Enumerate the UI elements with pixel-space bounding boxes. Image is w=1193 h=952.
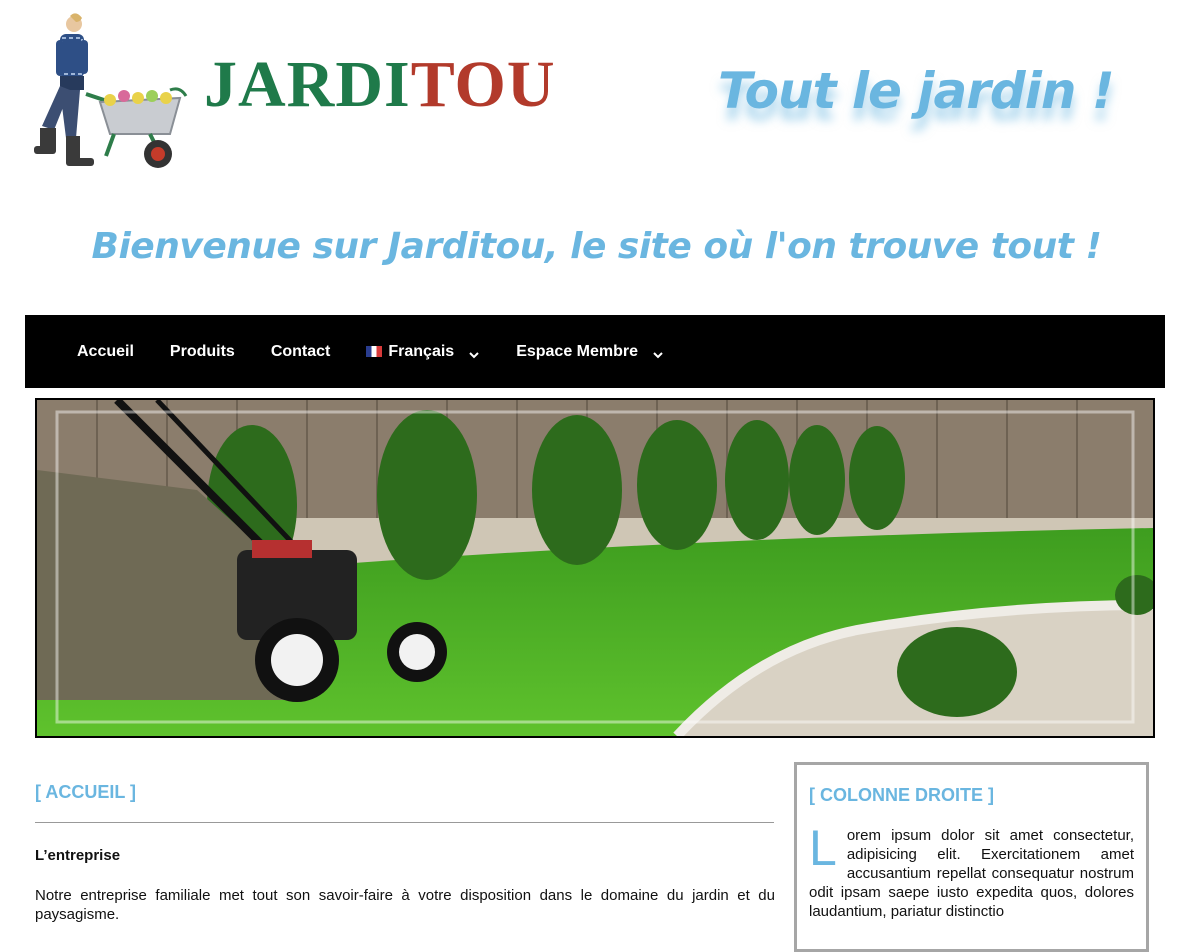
nav-item-contact[interactable]: Contact	[271, 343, 331, 361]
brand-logo[interactable]: JARDITOU	[204, 52, 556, 118]
right-column: [ COLONNE DROITE ] Lorem ipsum dolor sit…	[794, 762, 1149, 952]
brand-logo-part1: JARDI	[204, 48, 411, 121]
chevron-down-icon	[469, 351, 479, 358]
sidebar-paragraph: orem ipsum dolor sit amet consectetur, a…	[809, 827, 1134, 920]
main-navbar: Accueil Produits Contact Français Espace…	[25, 315, 1165, 388]
nav-item-label: Contact	[270, 342, 331, 360]
hero-banner-image	[35, 398, 1155, 738]
section-subheading: L’entreprise	[35, 847, 121, 864]
drop-cap-letter: L	[809, 820, 837, 876]
nav-item-espace-membre[interactable]: Espace Membre	[516, 343, 664, 361]
section-paragraph: Notre entreprise familiale met tout son …	[35, 887, 775, 923]
nav-item-language[interactable]: Français	[366, 343, 480, 361]
section-divider	[35, 822, 774, 823]
brand-logo-part2: TOU	[410, 48, 556, 121]
french-flag-icon	[366, 346, 383, 357]
nav-item-label: Espace Membre	[516, 342, 639, 360]
section-title-accueil: [ ACCUEIL ]	[35, 782, 136, 802]
nav-item-produits[interactable]: Produits	[170, 343, 235, 361]
gardener-illustration	[30, 10, 200, 180]
nav-item-label: Français	[388, 342, 455, 360]
nav-item-accueil[interactable]: Accueil	[77, 343, 134, 361]
sidebar-text: Lorem ipsum dolor sit amet consectetur, …	[809, 820, 1134, 921]
chevron-down-icon	[653, 351, 663, 358]
nav-item-label: Produits	[169, 342, 235, 360]
welcome-heading: Bienvenue sur Jarditou, le site où l'on …	[91, 226, 1102, 267]
nav-item-label: Accueil	[77, 342, 134, 360]
sidebar-title: [ COLONNE DROITE ]	[809, 785, 994, 805]
header-tagline: Tout le jardin !	[718, 62, 1115, 120]
